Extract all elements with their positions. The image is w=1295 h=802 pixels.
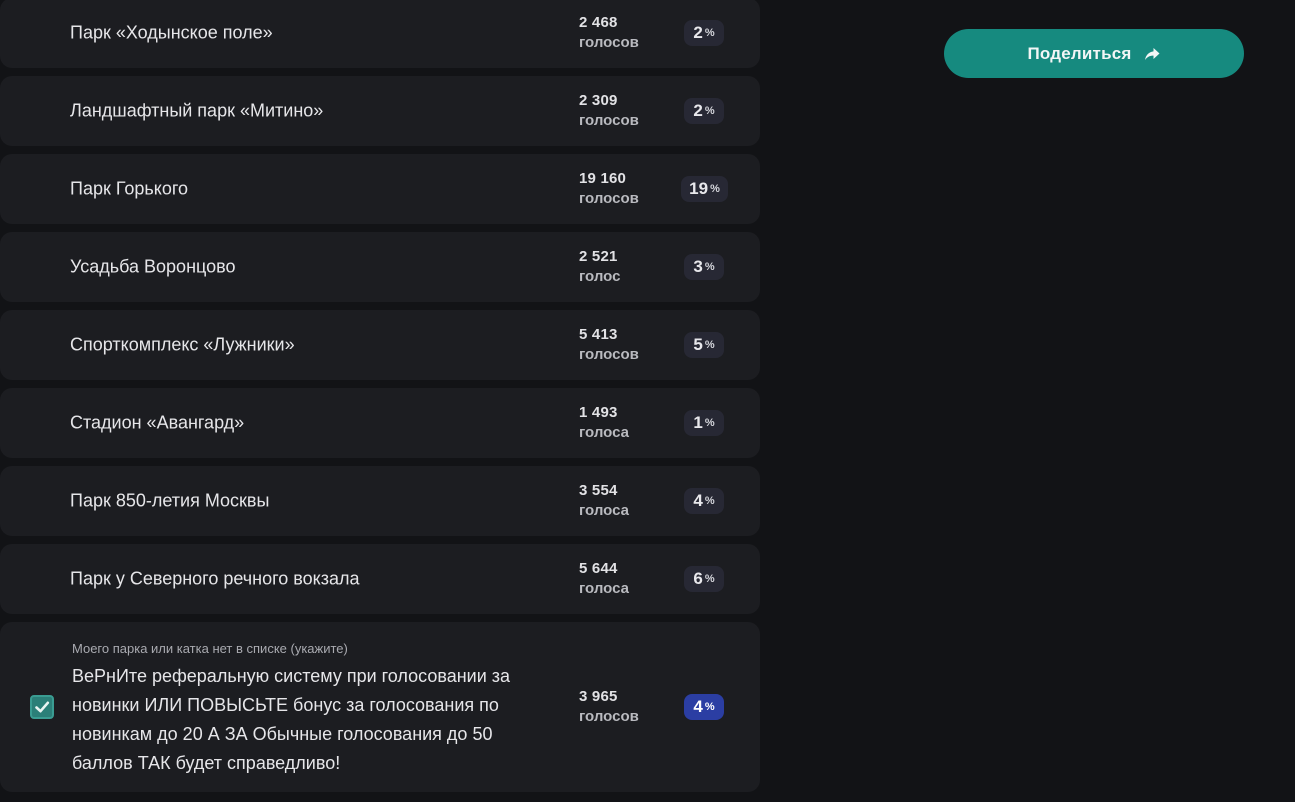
- vote-count: 2 468 голосов: [579, 13, 639, 53]
- option-name: Парк Горького: [70, 178, 189, 199]
- percent-sign: %: [704, 105, 715, 117]
- list-item[interactable]: Ландшафтный парк «Митино» 2 309 голосов …: [0, 76, 760, 146]
- percent-value: 6: [693, 569, 703, 588]
- vote-unit: голоса: [579, 424, 630, 441]
- percent-sign: %: [704, 495, 715, 507]
- list-item[interactable]: Парк у Северного речного вокзала 5 644 г…: [0, 544, 760, 614]
- percent-value: 3: [693, 257, 703, 276]
- percent-value: 4: [693, 491, 703, 510]
- custom-option-hint: Моего парка или катка нет в списке (укаж…: [72, 641, 348, 656]
- vote-unit: голосов: [579, 346, 639, 363]
- vote-number: 19 160: [579, 170, 627, 187]
- vote-count: 5 644 голоса: [579, 559, 629, 599]
- percent-value: 19: [689, 179, 709, 198]
- vote-unit: голос: [579, 268, 621, 285]
- percent-value: 4: [693, 697, 703, 716]
- option-name: Усадьба Воронцово: [70, 256, 236, 277]
- share-button[interactable]: Поделиться: [944, 29, 1244, 78]
- vote-count: 2 521 голос: [579, 247, 620, 287]
- vote-unit: голосов: [579, 708, 639, 725]
- vote-number: 2 521: [579, 248, 618, 265]
- vote-count: 19 160 голосов: [579, 169, 639, 209]
- list-item[interactable]: Парк Горького 19 160 голосов 19%: [0, 154, 760, 224]
- vote-number: 5 413: [579, 326, 618, 343]
- list-item[interactable]: Стадион «Авангард» 1 493 голоса 1%: [0, 388, 760, 458]
- vote-number: 2 309: [579, 92, 618, 109]
- vote-count: 3 965 голосов: [579, 687, 639, 727]
- list-item[interactable]: Спорткомплекс «Лужники» 5 413 голосов 5%: [0, 310, 760, 380]
- option-name: Парк «Ходынское поле»: [70, 22, 273, 43]
- option-name: Спорткомплекс «Лужники»: [70, 334, 295, 355]
- share-arrow-icon: [1143, 45, 1161, 63]
- vote-number: 3 965: [579, 688, 618, 705]
- option-name: Стадион «Авангард»: [70, 412, 245, 433]
- percent-badge: 19%: [681, 176, 728, 202]
- percent-badge: 6%: [684, 566, 724, 592]
- vote-unit: голоса: [579, 502, 630, 519]
- percent-sign: %: [704, 261, 715, 273]
- custom-option-text: ВеРнИте реферальную систему при голосова…: [72, 666, 511, 773]
- poll-results-page: Парк «Ходынское поле» 2 468 голосов 2% Л…: [0, 0, 1295, 802]
- percent-sign: %: [704, 27, 715, 39]
- percent-sign: %: [710, 183, 720, 195]
- poll-options-list: Парк «Ходынское поле» 2 468 голосов 2% Л…: [0, 0, 760, 792]
- vote-unit: голосов: [579, 112, 639, 129]
- list-item[interactable]: Усадьба Воронцово 2 521 голос 3%: [0, 232, 760, 302]
- vote-number: 1 493: [579, 404, 618, 421]
- vote-number: 3 554: [579, 482, 618, 499]
- vote-count: 1 493 голоса: [579, 403, 629, 443]
- percent-value: 1: [693, 413, 703, 432]
- option-name: Ландшафтный парк «Митино»: [70, 100, 324, 121]
- percent-sign: %: [704, 417, 715, 429]
- vote-count: 5 413 голосов: [579, 325, 639, 365]
- percent-sign: %: [704, 701, 715, 713]
- percent-badge: 5%: [684, 332, 724, 358]
- list-item[interactable]: Парк 850-летия Москвы 3 554 голоса 4%: [0, 466, 760, 536]
- vote-number: 2 468: [579, 14, 618, 31]
- option-name: Парк у Северного речного вокзала: [70, 568, 360, 589]
- vote-number: 5 644: [579, 560, 618, 577]
- checkmark-icon: [35, 701, 50, 713]
- vote-unit: голоса: [579, 580, 630, 597]
- percent-badge: 3%: [684, 254, 724, 280]
- percent-badge: 1%: [684, 410, 724, 436]
- percent-value: 2: [693, 23, 703, 42]
- vote-unit: голосов: [579, 34, 639, 51]
- percent-badge: 2%: [684, 20, 724, 46]
- option-name: Парк 850-летия Москвы: [70, 490, 270, 511]
- list-item[interactable]: Парк «Ходынское поле» 2 468 голосов 2%: [0, 0, 760, 68]
- vote-unit: голосов: [579, 190, 639, 207]
- percent-badge-selected: 4%: [684, 694, 724, 720]
- custom-option-item[interactable]: Моего парка или катка нет в списке (укаж…: [0, 622, 760, 792]
- percent-badge: 2%: [684, 98, 724, 124]
- vote-count: 3 554 голоса: [579, 481, 629, 521]
- percent-sign: %: [704, 339, 715, 351]
- percent-sign: %: [704, 573, 715, 585]
- share-button-label: Поделиться: [1027, 43, 1132, 63]
- percent-value: 5: [693, 335, 703, 354]
- custom-option-checkbox[interactable]: [30, 695, 54, 719]
- vote-count: 2 309 голосов: [579, 91, 639, 131]
- percent-value: 2: [693, 101, 703, 120]
- percent-badge: 4%: [684, 488, 724, 514]
